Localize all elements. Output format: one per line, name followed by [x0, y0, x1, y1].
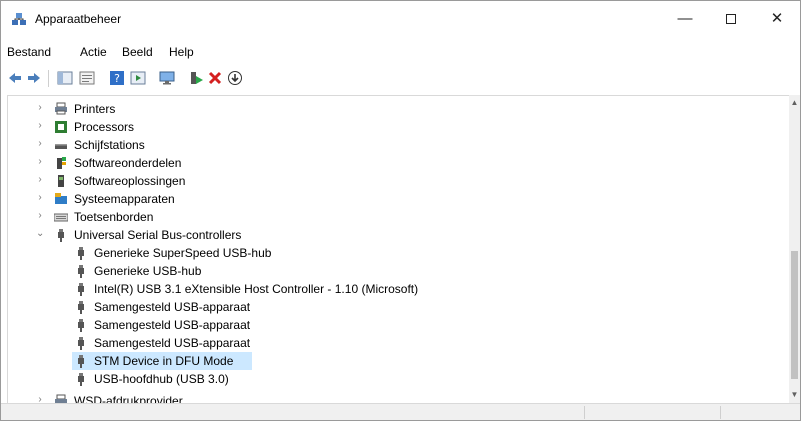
uninstall-icon[interactable]: [207, 70, 223, 86]
keyboard-icon: [54, 213, 68, 222]
menu-help[interactable]: Help: [169, 45, 194, 59]
console-tree-icon[interactable]: [57, 70, 73, 86]
chevron-right-icon[interactable]: ›: [36, 103, 44, 113]
usb-device-icon: [78, 337, 84, 350]
menu-actie[interactable]: Actie: [80, 45, 107, 59]
tree-device-selected[interactable]: STM Device in DFU Mode: [8, 352, 778, 370]
close-icon: ✕: [770, 10, 784, 27]
update-driver-icon[interactable]: [227, 70, 243, 86]
tree-label: Intel(R) USB 3.1 eXtensible Host Control…: [94, 282, 419, 296]
menu-bar: Bestand Actie Beeld Help: [1, 45, 800, 65]
maximize-button[interactable]: [708, 1, 754, 37]
tree-category[interactable]: › Processors: [8, 118, 778, 136]
device-manager-window: Apparaatbeheer — ✕ Bestand Actie Beeld H…: [0, 0, 801, 421]
tree-label: USB-hoofdhub (USB 3.0): [94, 372, 229, 386]
tree-label: Systeemapparaten: [74, 192, 175, 206]
device-tree: › Printers › Processors › Schijfstations…: [7, 95, 790, 404]
minimize-button[interactable]: —: [662, 1, 708, 37]
usb-controller-icon: [58, 229, 64, 242]
forward-arrow-icon[interactable]: [26, 70, 42, 86]
processor-icon: [55, 121, 67, 133]
usb-device-icon: [78, 301, 84, 314]
usb-device-icon: [78, 355, 84, 368]
menu-beeld[interactable]: Beeld: [122, 45, 153, 59]
minimize-icon: —: [677, 10, 693, 27]
scroll-thumb[interactable]: [791, 251, 798, 379]
tree-label: Generieke SuperSpeed USB-hub: [94, 246, 272, 260]
tree-category[interactable]: › Toetsenborden: [8, 208, 778, 226]
tree-device[interactable]: Intel(R) USB 3.1 eXtensible Host Control…: [8, 280, 778, 298]
action-pane-icon[interactable]: [130, 70, 146, 86]
chevron-right-icon[interactable]: ›: [36, 121, 44, 131]
chevron-right-icon[interactable]: ›: [36, 157, 44, 167]
tree-device[interactable]: Generieke USB-hub: [8, 262, 778, 280]
properties-icon[interactable]: [79, 70, 95, 86]
tree-label: Softwareoplossingen: [74, 174, 186, 188]
toolbar-separator: [48, 70, 49, 87]
usb-device-icon: [78, 283, 84, 296]
tree-category[interactable]: › Softwareoplossingen: [8, 172, 778, 190]
tree-label: Processors: [74, 120, 135, 134]
monitor-icon[interactable]: [159, 70, 175, 86]
software-device-icon: [58, 175, 64, 187]
tree-category[interactable]: › Printers: [8, 100, 778, 118]
tree-category[interactable]: › Systeemapparaten: [8, 190, 778, 208]
toolbar: ?: [1, 65, 800, 91]
tree-label: Printers: [74, 102, 116, 116]
chevron-right-icon[interactable]: ›: [36, 175, 44, 185]
chevron-down-icon[interactable]: ⌄: [36, 229, 44, 239]
tree-label: Samengesteld USB-apparaat: [94, 300, 251, 314]
title-bar[interactable]: Apparaatbeheer — ✕: [1, 1, 800, 37]
vertical-scrollbar[interactable]: ▲ ▼: [789, 95, 800, 403]
tree-device[interactable]: Generieke SuperSpeed USB-hub: [8, 244, 778, 262]
tree-label: Toetsenborden: [74, 210, 154, 224]
software-component-icon: [57, 157, 66, 169]
window-title: Apparaatbeheer: [35, 12, 122, 26]
menu-bestand[interactable]: Bestand: [7, 45, 51, 59]
scroll-down-icon[interactable]: ▼: [789, 389, 800, 401]
close-button[interactable]: ✕: [754, 1, 800, 37]
device-manager-app-icon: [12, 13, 26, 25]
system-devices-icon: [55, 193, 67, 204]
status-bar: [1, 403, 800, 420]
chevron-right-icon[interactable]: ›: [36, 193, 44, 203]
tree-label: Universal Serial Bus-controllers: [74, 228, 242, 242]
tree-label: Generieke USB-hub: [94, 264, 202, 278]
tree-category[interactable]: › Schijfstations: [8, 136, 778, 154]
usb-device-icon: [78, 373, 84, 386]
svg-text:?: ?: [114, 72, 120, 85]
tree-device[interactable]: Samengesteld USB-apparaat: [8, 316, 778, 334]
tree-device[interactable]: USB-hoofdhub (USB 3.0): [8, 370, 778, 388]
enable-device-icon[interactable]: [188, 70, 204, 86]
tree-device[interactable]: Samengesteld USB-apparaat: [8, 334, 778, 352]
scroll-up-icon[interactable]: ▲: [789, 97, 800, 109]
usb-device-icon: [78, 265, 84, 278]
chevron-right-icon[interactable]: ›: [36, 211, 44, 221]
tree-label: Schijfstations: [74, 138, 145, 152]
status-divider: [584, 406, 585, 419]
tree-device[interactable]: Samengesteld USB-apparaat: [8, 298, 778, 316]
tree-label: Samengesteld USB-apparaat: [94, 318, 251, 332]
status-divider: [720, 406, 721, 419]
maximize-icon: [726, 14, 736, 25]
usb-device-icon: [78, 247, 84, 260]
chevron-right-icon[interactable]: ›: [36, 139, 44, 149]
tree-label: Softwareonderdelen: [74, 156, 182, 170]
tree-label: Samengesteld USB-apparaat: [94, 336, 251, 350]
tree-category-usb[interactable]: ⌄ Universal Serial Bus-controllers: [8, 226, 778, 244]
help-icon[interactable]: ?: [109, 70, 125, 86]
disk-drive-icon: [55, 144, 67, 149]
back-arrow-icon[interactable]: [7, 70, 23, 86]
tree-category[interactable]: › Softwareonderdelen: [8, 154, 778, 172]
tree-label: STM Device in DFU Mode: [94, 354, 234, 368]
printer-icon: [55, 102, 67, 115]
usb-device-icon: [78, 319, 84, 332]
